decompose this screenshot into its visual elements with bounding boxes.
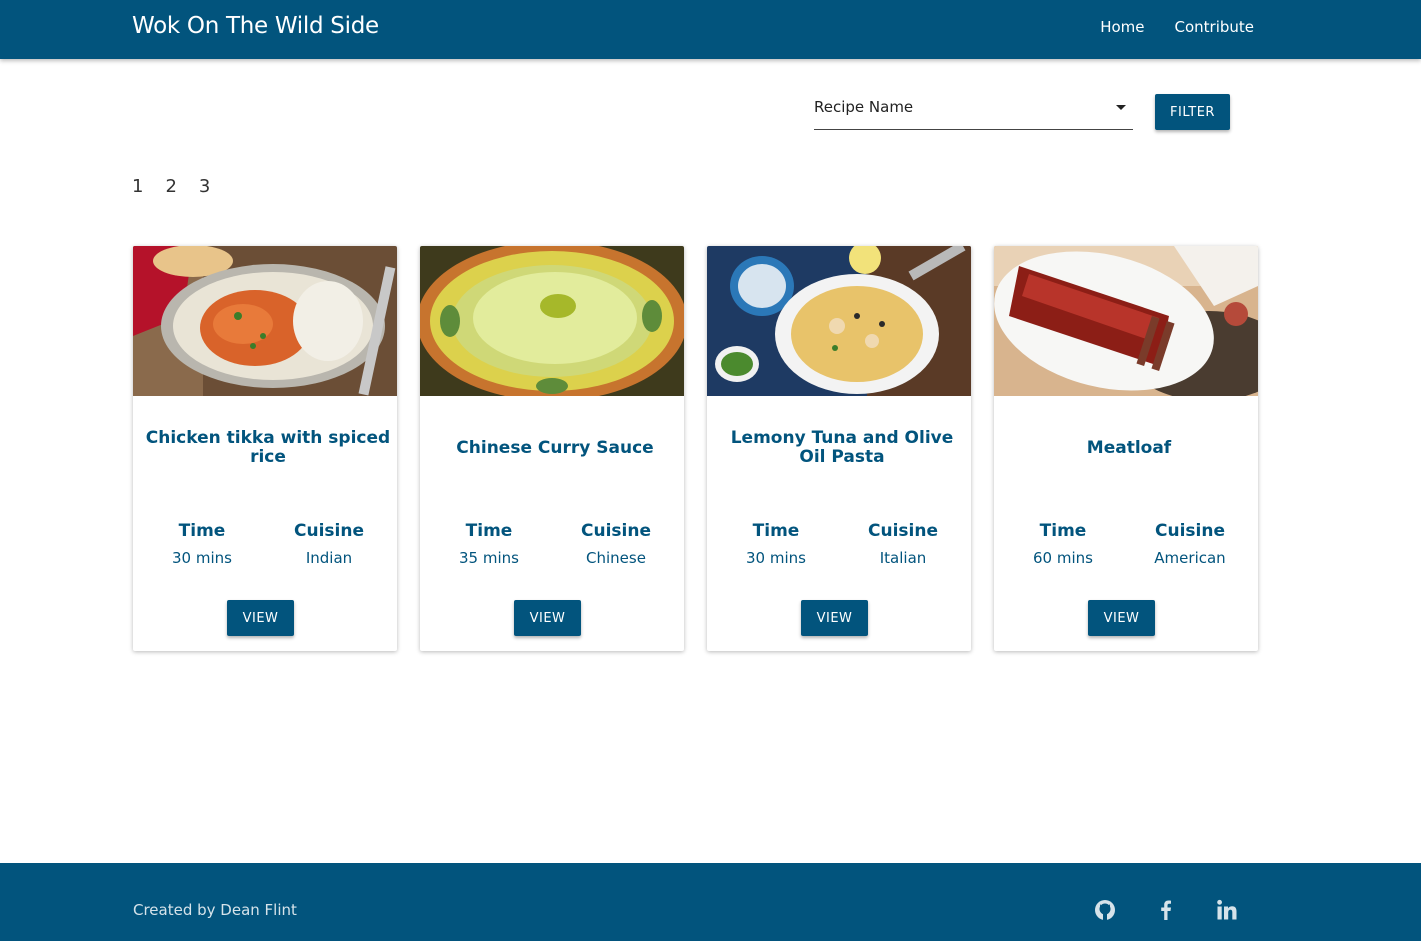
recipe-image bbox=[707, 246, 971, 396]
cuisine-value: Italian bbox=[879, 549, 927, 567]
sort-select-value: Recipe Name bbox=[814, 98, 914, 116]
github-icon[interactable] bbox=[1093, 898, 1117, 922]
time-value: 35 mins bbox=[459, 549, 519, 567]
time-label: Time bbox=[752, 521, 800, 541]
recipe-title: Chicken tikka with spiced rice bbox=[145, 428, 391, 467]
cuisine-label: Cuisine bbox=[1155, 521, 1225, 541]
time-block: Time 30 mins bbox=[142, 521, 262, 567]
cuisine-block: Cuisine Chinese bbox=[556, 521, 676, 567]
time-block: Time 35 mins bbox=[429, 521, 549, 567]
time-value: 60 mins bbox=[1033, 549, 1093, 567]
cuisine-label: Cuisine bbox=[868, 521, 938, 541]
time-label: Time bbox=[1039, 521, 1087, 541]
recipe-card: Meatloaf Time 60 mins Cuisine American V… bbox=[994, 246, 1258, 651]
cuisine-block: Cuisine American bbox=[1130, 521, 1250, 567]
time-label: Time bbox=[178, 521, 226, 541]
cuisine-value: Chinese bbox=[586, 549, 646, 567]
recipe-card: Chinese Curry Sauce Time 35 mins Cuisine… bbox=[420, 246, 684, 651]
nav-home-link[interactable]: Home bbox=[1100, 18, 1144, 36]
cuisine-label: Cuisine bbox=[581, 521, 651, 541]
recipe-image bbox=[420, 246, 684, 396]
nav-contribute-link[interactable]: Contribute bbox=[1174, 18, 1254, 36]
cuisine-label: Cuisine bbox=[294, 521, 364, 541]
footer-credit: Created by Dean Flint bbox=[133, 901, 297, 919]
footer: Created by Dean Flint bbox=[0, 863, 1421, 941]
recipe-title: Chinese Curry Sauce bbox=[456, 437, 654, 458]
time-block: Time 60 mins bbox=[1003, 521, 1123, 567]
view-recipe-button[interactable]: VIEW bbox=[801, 600, 868, 636]
recipe-title: Lemony Tuna and Olive Oil Pasta bbox=[730, 428, 954, 467]
sort-select[interactable]: Recipe Name bbox=[814, 93, 1133, 130]
recipe-card: Lemony Tuna and Olive Oil Pasta Time 30 … bbox=[707, 246, 971, 651]
page-link-1[interactable]: 1 bbox=[132, 176, 143, 197]
time-value: 30 mins bbox=[172, 549, 232, 567]
nav-links: Home Contribute bbox=[1100, 18, 1254, 36]
view-recipe-button[interactable]: VIEW bbox=[1088, 600, 1155, 636]
cuisine-value: American bbox=[1154, 549, 1226, 567]
recipe-image bbox=[994, 246, 1258, 396]
recipe-card: Chicken tikka with spiced rice Time 30 m… bbox=[133, 246, 397, 651]
filter-button[interactable]: FILTER bbox=[1155, 94, 1230, 130]
navbar: Wok On The Wild Side Home Contribute bbox=[0, 0, 1421, 59]
cuisine-value: Indian bbox=[305, 549, 353, 567]
view-recipe-button[interactable]: VIEW bbox=[514, 600, 581, 636]
caret-down-icon bbox=[1116, 105, 1126, 110]
pagination: 1 2 3 bbox=[132, 176, 210, 197]
time-block: Time 30 mins bbox=[716, 521, 836, 567]
recipe-image bbox=[133, 246, 397, 396]
facebook-icon[interactable] bbox=[1154, 898, 1178, 922]
time-value: 30 mins bbox=[746, 549, 806, 567]
linkedin-icon[interactable] bbox=[1215, 898, 1239, 922]
page-link-3[interactable]: 3 bbox=[199, 176, 210, 197]
page-link-2[interactable]: 2 bbox=[165, 176, 176, 197]
brand-logo-text[interactable]: Wok On The Wild Side bbox=[132, 13, 379, 39]
time-label: Time bbox=[465, 521, 513, 541]
cuisine-block: Cuisine Indian bbox=[269, 521, 389, 567]
recipe-title: Meatloaf bbox=[1086, 437, 1172, 458]
cuisine-block: Cuisine Italian bbox=[843, 521, 963, 567]
view-recipe-button[interactable]: VIEW bbox=[227, 600, 294, 636]
